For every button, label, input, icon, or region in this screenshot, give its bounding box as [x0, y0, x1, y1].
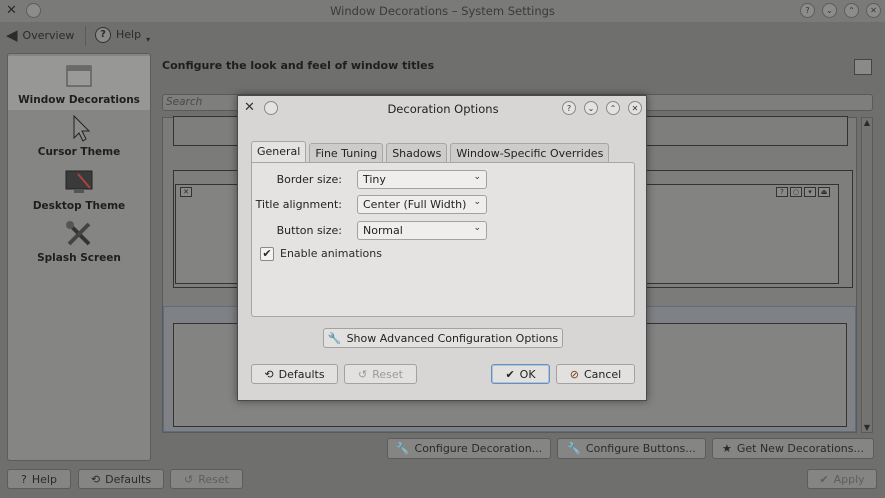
tab-window-specific-overrides[interactable]: Window-Specific Overrides	[450, 143, 610, 163]
window-title: Window Decorations – System Settings	[330, 4, 555, 18]
chevron-down-icon: ▾	[146, 35, 151, 44]
circle-icon: ○	[790, 187, 802, 197]
help-button[interactable]: ? Help	[7, 469, 71, 489]
minimize-button[interactable]: ⌄	[584, 101, 598, 115]
checkmark-icon: ✔	[505, 367, 515, 381]
help-icon: ?	[21, 472, 27, 486]
tab-fine-tuning[interactable]: Fine Tuning	[309, 143, 384, 163]
sidebar-item-window-decorations[interactable]: Window Decorations	[8, 56, 150, 110]
toolbar-separator	[85, 26, 86, 46]
window-decorations-icon	[64, 62, 94, 90]
page-title: Configure the look and feel of window ti…	[162, 59, 435, 72]
help-icon: ?	[776, 187, 788, 197]
sidebar-item-label: Desktop Theme	[32, 200, 126, 212]
close-button[interactable]: ✕	[866, 3, 881, 18]
sidebar-item-cursor-theme[interactable]: Cursor Theme	[8, 112, 150, 162]
close-icon: ✕	[180, 187, 192, 197]
defaults-icon: ⟲	[264, 367, 274, 381]
splash-screen-icon	[64, 220, 94, 248]
enable-animations-checkbox[interactable]: ✔	[260, 247, 274, 261]
dialog-tabs: General Fine Tuning Shadows Window-Speci…	[251, 141, 610, 163]
defaults-button[interactable]: ⟲ Defaults	[78, 469, 164, 489]
help-menu-button[interactable]: ? Help ▾	[95, 25, 150, 44]
minimize-button[interactable]: ⌄	[822, 3, 837, 18]
sidebar-item-label: Cursor Theme	[37, 146, 121, 158]
sidebar-item-label: Window Decorations	[18, 94, 140, 106]
cancel-button[interactable]: ⊘ Cancel	[556, 364, 635, 384]
help-title-button[interactable]: ?	[562, 101, 576, 115]
help-title-button[interactable]: ?	[800, 3, 815, 18]
scroll-down-icon[interactable]: ▼	[862, 423, 872, 432]
cancel-icon: ⊘	[569, 367, 579, 381]
maximize-button[interactable]: ⌃	[606, 101, 620, 115]
help-icon: ?	[95, 26, 111, 43]
tab-shadows[interactable]: Shadows	[386, 143, 448, 163]
dialog-reset-button[interactable]: ↺ Reset	[344, 364, 417, 384]
scroll-up-icon[interactable]: ▲	[862, 118, 872, 127]
configure-buttons-button[interactable]: 🔧 Configure Buttons...	[557, 438, 706, 459]
show-advanced-options-button[interactable]: 🔧 Show Advanced Configuration Options	[323, 328, 563, 348]
reset-icon: ↺	[184, 472, 194, 486]
chevron-down-icon: ⌄	[473, 223, 481, 233]
title-alignment-label: Title alignment:	[255, 198, 342, 211]
star-icon: ★	[721, 442, 732, 455]
decoration-options-dialog: ✕ Decoration Options ? ⌄ ⌃ ✕ General Fin…	[237, 95, 647, 401]
overview-button[interactable]: ◀ Overview	[6, 26, 74, 44]
configure-decoration-button[interactable]: 🔧 Configure Decoration...	[387, 438, 551, 459]
maximize-button[interactable]: ⌃	[844, 3, 859, 18]
sidebar: Window Decorations Cursor Theme Desktop …	[7, 53, 151, 461]
enable-animations-label: Enable animations	[280, 247, 382, 260]
sidebar-item-label: Splash Screen	[37, 252, 121, 264]
tab-general[interactable]: General	[251, 141, 307, 163]
checkmark-icon: ✔	[819, 472, 829, 486]
wrench-icon: 🔧	[395, 442, 410, 455]
close-button[interactable]: ✕	[628, 101, 642, 115]
overview-label: Overview	[22, 28, 75, 42]
general-tab-panel: Border size: Tiny ⌄ Title alignment: Cen…	[251, 162, 635, 317]
border-size-label: Border size:	[276, 173, 342, 186]
print-icon[interactable]	[854, 59, 872, 75]
preview-scrollbar[interactable]: ▲ ▼	[861, 117, 873, 433]
button-size-select[interactable]: Normal ⌄	[357, 221, 487, 240]
eject-icon: ⏏	[818, 187, 830, 197]
wrench-icon: 🔧	[567, 442, 581, 455]
sidebar-item-desktop-theme[interactable]: Desktop Theme	[8, 166, 150, 216]
button-size-label: Button size:	[276, 224, 342, 237]
sidebar-item-splash-screen[interactable]: Splash Screen	[8, 218, 150, 268]
chevron-down-icon: ▾	[804, 187, 816, 197]
title-alignment-select[interactable]: Center (Full Width) ⌄	[357, 195, 487, 214]
help-label: Help	[116, 28, 142, 41]
defaults-icon: ⟲	[90, 472, 101, 486]
reset-button[interactable]: ↺ Reset	[170, 469, 243, 489]
wrench-icon: 🔧	[327, 331, 342, 345]
get-new-decorations-button[interactable]: ★ Get New Decorations...	[712, 438, 874, 459]
dialog-defaults-button[interactable]: ⟲ Defaults	[251, 364, 338, 384]
border-size-select[interactable]: Tiny ⌄	[357, 170, 487, 189]
chevron-down-icon: ⌄	[473, 197, 481, 207]
desktop-theme-icon	[64, 168, 94, 196]
apply-button[interactable]: ✔ Apply	[807, 469, 877, 489]
chevron-down-icon: ⌄	[473, 172, 481, 182]
reset-icon: ↺	[358, 367, 368, 381]
back-arrow-icon: ◀	[6, 26, 18, 44]
cursor-icon	[64, 114, 94, 142]
ok-button[interactable]: ✔ OK	[491, 364, 550, 384]
